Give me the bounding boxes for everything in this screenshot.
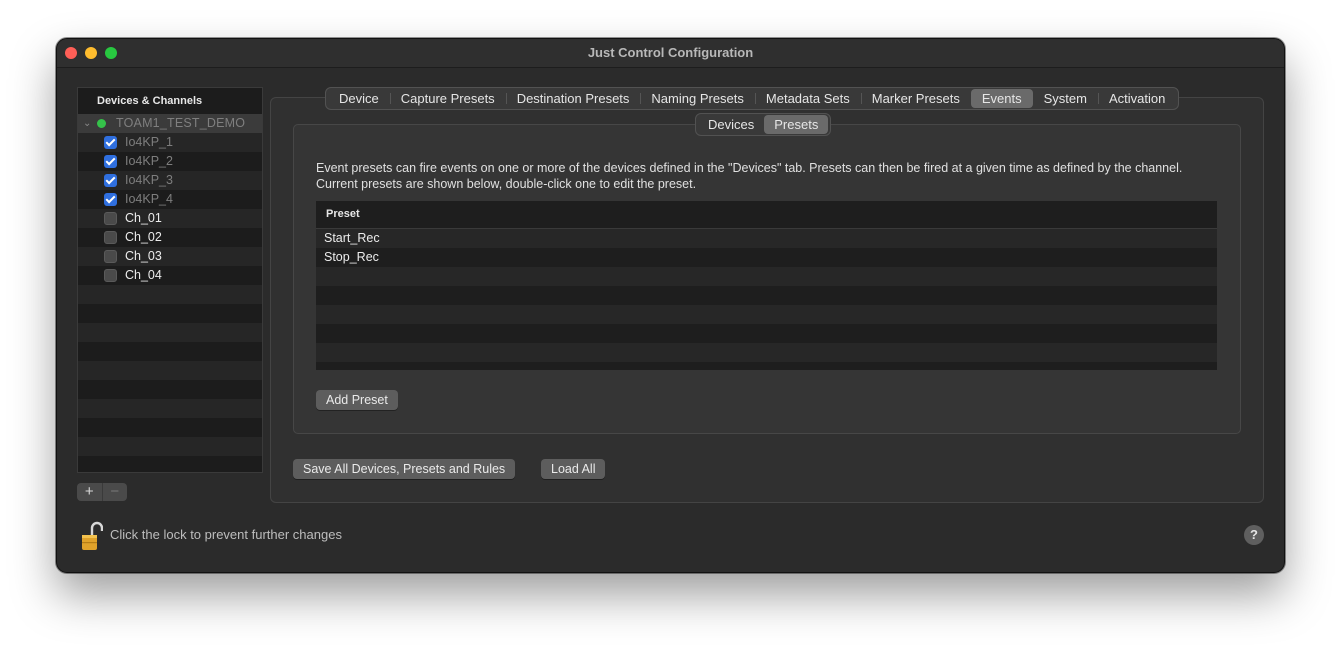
channel-label: Ch_01	[125, 211, 162, 225]
empty-row	[316, 305, 1217, 324]
window-title: Just Control Configuration	[587, 45, 754, 60]
channel-checkbox[interactable]	[104, 174, 117, 187]
empty-row	[78, 285, 262, 304]
tab-naming-presets[interactable]: Naming Presets	[640, 89, 754, 108]
channel-row[interactable]: Io4KP_2	[78, 152, 262, 171]
channel-label: Io4KP_1	[125, 135, 173, 149]
sidebar-header: Devices & Channels	[78, 88, 262, 114]
channel-row[interactable]: Ch_04	[78, 266, 262, 285]
device-group-row[interactable]: ⌄ TOAM1_TEST_DEMO	[78, 114, 262, 133]
channel-label: Io4KP_3	[125, 173, 173, 187]
channel-checkbox[interactable]	[104, 136, 117, 149]
save-all-button[interactable]: Save All Devices, Presets and Rules	[293, 459, 516, 479]
help-button[interactable]: ?	[1244, 525, 1264, 545]
empty-row	[78, 456, 262, 472]
tab-metadata-sets[interactable]: Metadata Sets	[754, 89, 861, 108]
channel-row[interactable]: Io4KP_3	[78, 171, 262, 190]
empty-row	[78, 418, 262, 437]
empty-row	[78, 437, 262, 456]
device-group-label: TOAM1_TEST_DEMO	[116, 116, 246, 130]
tab-device[interactable]: Device	[328, 89, 390, 108]
channel-label: Ch_02	[125, 230, 162, 244]
add-preset-button[interactable]: Add Preset	[316, 390, 398, 410]
events-subtab-bar: Devices Presets	[695, 113, 832, 136]
channel-row[interactable]: Ch_01	[78, 209, 262, 228]
channel-checkbox[interactable]	[104, 212, 117, 225]
channel-checkbox[interactable]	[104, 250, 117, 263]
title-bar[interactable]: Just Control Configuration	[57, 39, 1284, 68]
events-description: Event presets can fire events on one or …	[316, 161, 1183, 191]
channel-label: Io4KP_4	[125, 192, 173, 206]
tab-system[interactable]: System	[1033, 89, 1098, 108]
empty-row	[78, 304, 262, 323]
subtab-presets[interactable]: Presets	[764, 115, 829, 134]
empty-row	[78, 342, 262, 361]
channel-checkbox[interactable]	[104, 193, 117, 206]
config-window: Just Control Configuration Devices & Cha…	[56, 38, 1285, 573]
load-all-button[interactable]: Load All	[541, 459, 606, 479]
preset-column-header[interactable]: Preset	[316, 201, 1217, 229]
channel-row[interactable]: Ch_03	[78, 247, 262, 266]
channel-row[interactable]: Io4KP_4	[78, 190, 262, 209]
main-tab-bar: Device Capture Presets Destination Presets…	[325, 87, 1180, 110]
preset-row[interactable]: Start_Rec	[316, 229, 1217, 248]
channel-row[interactable]: Io4KP_1	[78, 133, 262, 152]
empty-row	[78, 323, 262, 342]
presets-table[interactable]: Preset Start_Rec Stop_Rec	[316, 201, 1217, 370]
chevron-down-icon[interactable]: ⌄	[83, 114, 91, 133]
add-device-button[interactable]: +	[77, 483, 102, 501]
add-remove-control: + −	[77, 483, 127, 501]
channel-label: Ch_03	[125, 249, 162, 263]
remove-device-button[interactable]: −	[101, 483, 128, 501]
channel-label: Io4KP_2	[125, 154, 173, 168]
tab-events[interactable]: Events	[970, 89, 1033, 108]
empty-row	[316, 343, 1217, 362]
channel-checkbox[interactable]	[104, 155, 117, 168]
channel-label: Ch_04	[125, 268, 162, 282]
lock-hint-text: Click the lock to prevent further change…	[110, 527, 342, 542]
channel-checkbox[interactable]	[104, 231, 117, 244]
empty-row	[316, 267, 1217, 286]
unlocked-padlock-icon[interactable]	[81, 521, 103, 551]
empty-row	[78, 361, 262, 380]
channel-checkbox[interactable]	[104, 269, 117, 282]
subtab-devices[interactable]: Devices	[698, 115, 764, 134]
tab-capture-presets[interactable]: Capture Presets	[389, 89, 506, 108]
status-dot-icon	[97, 119, 106, 128]
empty-row	[316, 324, 1217, 343]
tab-marker-presets[interactable]: Marker Presets	[860, 89, 971, 108]
empty-row	[78, 380, 262, 399]
preset-row[interactable]: Stop_Rec	[316, 248, 1217, 267]
empty-row	[78, 399, 262, 418]
tab-activation[interactable]: Activation	[1097, 89, 1176, 108]
empty-row	[316, 286, 1217, 305]
channel-row[interactable]: Ch_02	[78, 228, 262, 247]
tab-destination-presets[interactable]: Destination Presets	[505, 89, 641, 108]
devices-channels-list[interactable]: Devices & Channels ⌄ TOAM1_TEST_DEMO Io4KP…	[77, 87, 263, 473]
